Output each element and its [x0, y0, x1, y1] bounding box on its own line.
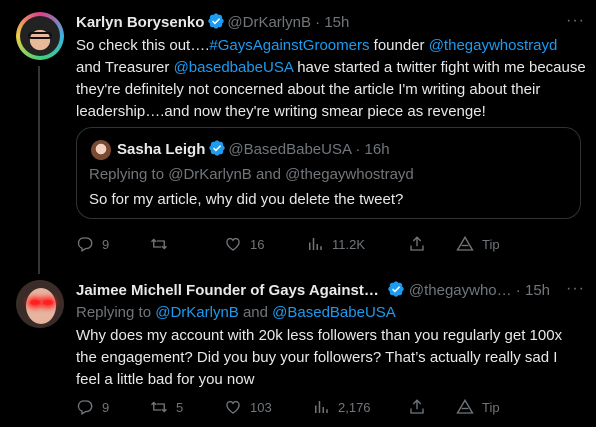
- avatar-karlyn[interactable]: [16, 12, 64, 60]
- tip-label: Tip: [482, 236, 500, 252]
- verified-icon: [209, 140, 226, 156]
- reply-button[interactable]: 9: [76, 235, 109, 253]
- tweet-text: So check this out….#GaysAgainstGroomers …: [76, 35, 586, 123]
- replying-prefix: Replying to: [76, 304, 156, 321]
- tweet-time[interactable]: 15h: [525, 282, 550, 299]
- views-count: 2,176: [338, 399, 371, 415]
- avatar-laser-eye-right: [43, 300, 53, 305]
- quote-time: 16h: [364, 141, 390, 158]
- like-count: 103: [250, 399, 272, 415]
- replying-user-link[interactable]: @DrKarlynB: [155, 304, 239, 321]
- quote-header: Sasha Leigh @BasedBabeUSA · 16h: [117, 140, 390, 158]
- tweet-text-segment: So check this out….: [76, 37, 210, 54]
- like-icon: [226, 400, 240, 414]
- replying-to: Replying to @DrKarlynB and @BasedBabeUSA: [76, 302, 396, 324]
- retweet-icon: [151, 238, 167, 250]
- like-button[interactable]: 16: [224, 235, 264, 253]
- share-button[interactable]: [408, 398, 434, 416]
- author-name[interactable]: Karlyn Borysenko: [76, 14, 204, 31]
- tweet-text-segment: founder: [369, 37, 429, 54]
- tweet-header: Jaimee Michell Founder of Gays Against… @…: [76, 281, 551, 299]
- more-options-button[interactable]: ···: [566, 280, 585, 298]
- replying-and: and: [238, 304, 273, 321]
- tweet-actions: 9 5 103 2,176 Tip: [76, 398, 581, 418]
- share-icon: [410, 236, 424, 251]
- share-button[interactable]: [408, 235, 434, 253]
- tweet-time[interactable]: 15h: [324, 14, 349, 31]
- mention-link[interactable]: @thegaywhostrayd: [429, 37, 558, 54]
- reply-count: 9: [102, 236, 110, 252]
- quote-replying-to: Replying to @DrKarlynB and @thegaywhostr…: [89, 166, 414, 183]
- quote-author-name: Sasha Leigh: [117, 141, 206, 158]
- reply-count: 9: [102, 399, 110, 415]
- tweet-text: Why does my account with 20k less follow…: [76, 327, 563, 388]
- views-button[interactable]: 2,176: [312, 398, 371, 416]
- tweet-karlyn[interactable]: Karlyn Borysenko @DrKarlynB · 15h ··· So …: [0, 0, 596, 274]
- quote-author-handle: @BasedBabeUSA: [228, 141, 352, 158]
- avatar-laser-eye-left: [30, 300, 40, 305]
- more-options-button[interactable]: ···: [566, 12, 585, 30]
- retweet-button[interactable]: [150, 235, 176, 253]
- reply-icon: [77, 237, 93, 252]
- avatar-sasha: [91, 140, 111, 160]
- author-handle[interactable]: @DrKarlynB: [227, 14, 311, 31]
- tweet-text-segment: and Treasurer: [76, 59, 174, 76]
- tweet-header: Karlyn Borysenko @DrKarlynB · 15h: [76, 13, 350, 31]
- mention-link[interactable]: @basedbabeUSA: [174, 59, 293, 76]
- tip-button[interactable]: Tip: [456, 235, 500, 253]
- views-button[interactable]: 11.2K: [306, 235, 365, 253]
- hashtag-link[interactable]: #GaysAgainstGroomers: [209, 37, 369, 54]
- tip-button[interactable]: Tip: [456, 398, 500, 416]
- like-button[interactable]: 103: [224, 398, 272, 416]
- tip-icon: [456, 235, 474, 251]
- like-count: 16: [250, 236, 265, 252]
- retweet-count: 5: [176, 399, 184, 415]
- avatar-jaimee[interactable]: [16, 280, 64, 328]
- author-handle[interactable]: @thegaywho…: [409, 282, 512, 299]
- tweet-actions: 9 16 11.2K Tip: [76, 235, 581, 255]
- author-name[interactable]: Jaimee Michell Founder of Gays Against…: [76, 282, 379, 299]
- retweet-icon: [151, 401, 167, 413]
- views-icon: [309, 238, 322, 250]
- thread-line: [38, 66, 40, 274]
- tip-label: Tip: [482, 399, 500, 415]
- avatar-glasses: [28, 32, 52, 39]
- reply-button[interactable]: 9: [76, 398, 109, 416]
- share-icon: [410, 399, 424, 414]
- views-count: 11.2K: [332, 236, 366, 252]
- retweet-button[interactable]: 5: [150, 398, 183, 416]
- avatar-face: [26, 288, 56, 324]
- quote-text: So for my article, why did you delete th…: [89, 191, 404, 208]
- replying-user-link[interactable]: @BasedBabeUSA: [272, 304, 396, 321]
- tweet-jaimee[interactable]: Jaimee Michell Founder of Gays Against… @…: [0, 262, 596, 427]
- reply-icon: [77, 400, 93, 415]
- quoted-tweet[interactable]: Sasha Leigh @BasedBabeUSA · 16h Replying …: [76, 127, 581, 219]
- like-icon: [226, 237, 240, 251]
- tip-icon: [456, 398, 474, 414]
- verified-icon: [208, 13, 225, 29]
- views-icon: [315, 401, 328, 413]
- verified-icon: [388, 281, 404, 297]
